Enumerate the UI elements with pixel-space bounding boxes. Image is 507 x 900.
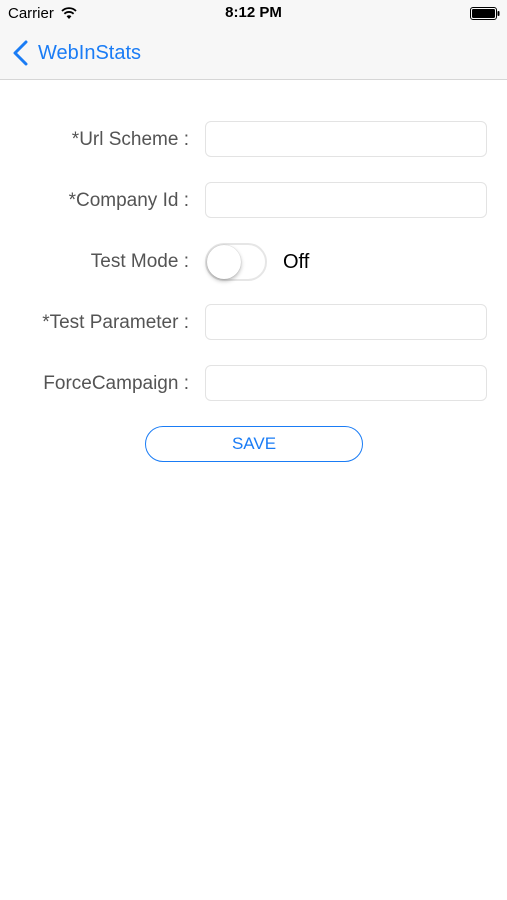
back-button-label: WebInStats (38, 41, 142, 64)
test-parameter-label: *Test Parameter : (42, 312, 189, 333)
force-campaign-label: ForceCampaign : (43, 373, 189, 394)
battery-icon (470, 7, 500, 20)
force-campaign-row: ForceCampaign : (0, 365, 507, 403)
test-mode-state-label: Off (283, 251, 310, 273)
screen: Carrier 8:12 PM WebInStats *Url Scheme :… (0, 0, 507, 900)
test-mode-toggle[interactable] (205, 243, 267, 281)
test-parameter-input[interactable] (205, 304, 487, 340)
save-button[interactable]: SAVE (145, 426, 363, 462)
navigation-bar: WebInStats (0, 28, 507, 80)
status-time: 8:12 PM (225, 4, 282, 21)
url-scheme-label: *Url Scheme : (71, 129, 189, 150)
test-mode-label: Test Mode : (90, 251, 189, 272)
url-scheme-row: *Url Scheme : (0, 121, 507, 159)
test-mode-row: Test Mode : Off (0, 243, 507, 281)
back-button[interactable]: WebInStats (12, 38, 141, 68)
toggle-knob (207, 245, 241, 279)
chevron-left-icon (13, 40, 28, 66)
test-parameter-row: *Test Parameter : (0, 304, 507, 342)
company-id-input[interactable] (205, 182, 487, 218)
url-scheme-input[interactable] (205, 121, 487, 157)
company-id-label: *Company Id : (68, 190, 189, 211)
status-bar: Carrier 8:12 PM (0, 0, 507, 28)
company-id-row: *Company Id : (0, 182, 507, 220)
force-campaign-input[interactable] (205, 365, 487, 401)
